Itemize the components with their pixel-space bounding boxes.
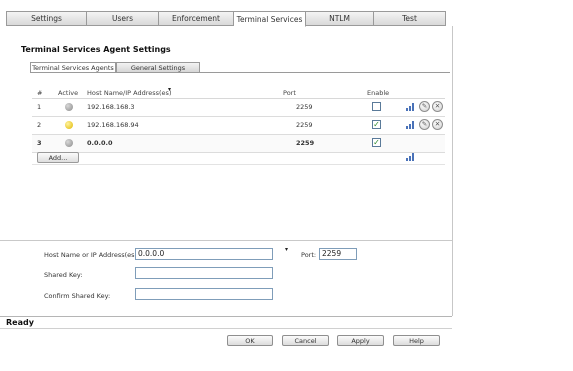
port-label: Port: — [301, 251, 317, 259]
confirm-shared-key-label: Confirm Shared Key: — [44, 292, 111, 300]
enable-checkbox[interactable]: ✓ — [372, 138, 381, 147]
shared-key-input[interactable] — [135, 267, 273, 279]
statistics-icon[interactable] — [406, 152, 416, 161]
dropdown-marker-icon: ▾ — [285, 246, 289, 253]
shared-key-label: Shared Key: — [44, 271, 83, 279]
sort-indicator-icon: ▾ — [168, 86, 172, 93]
cancel-button[interactable]: Cancel — [282, 335, 329, 346]
ok-button[interactable]: OK — [227, 335, 273, 346]
row-number: 2 — [37, 121, 42, 129]
row-host: 0.0.0.0 — [87, 139, 113, 147]
panel-right-border — [452, 26, 453, 316]
row-number: 1 — [37, 103, 42, 111]
row-host: 192.168.168.94 — [87, 121, 139, 129]
table-row[interactable]: 3 0.0.0.0 2259 ✓ — [32, 135, 445, 153]
tab-settings[interactable]: Settings — [6, 11, 87, 26]
tab-test[interactable]: Test — [374, 11, 446, 26]
enable-checkbox[interactable]: ✓ — [372, 120, 381, 129]
column-header-port: Port — [283, 89, 296, 97]
configure-pencil-icon[interactable]: ✎ — [419, 119, 430, 130]
subtab-divider — [30, 72, 450, 73]
enable-checkbox[interactable] — [372, 102, 381, 111]
table-bottom-divider — [32, 164, 445, 165]
tab-users[interactable]: Users — [87, 11, 159, 26]
port-input[interactable]: 2259 — [319, 248, 357, 260]
apply-button[interactable]: Apply — [337, 335, 384, 346]
status-bar — [0, 316, 452, 329]
confirm-shared-key-input[interactable] — [135, 288, 273, 300]
tab-ntlm[interactable]: NTLM — [306, 11, 374, 26]
help-button[interactable]: Help — [393, 335, 440, 346]
form-divider — [0, 240, 452, 241]
status-text: Ready — [6, 318, 34, 327]
section-title: Terminal Services Agent Settings — [21, 45, 171, 54]
top-tab-bar: Settings Users Enforcement Terminal Serv… — [6, 11, 446, 27]
host-input[interactable]: 0.0.0.0 — [135, 248, 273, 260]
row-port: 2259 — [296, 139, 315, 147]
delete-x-icon[interactable]: ✕ — [432, 119, 443, 130]
tab-enforcement[interactable]: Enforcement — [159, 11, 234, 26]
host-label: Host Name or IP Address(es): — [44, 251, 140, 259]
column-header-number: # — [37, 89, 43, 97]
configure-pencil-icon[interactable]: ✎ — [419, 101, 430, 112]
tab-terminal-services[interactable]: Terminal Services — [234, 11, 306, 27]
row-number: 3 — [37, 139, 42, 147]
row-port: 2259 — [296, 121, 313, 129]
status-dot-gray-icon — [65, 139, 73, 147]
row-port: 2259 — [296, 103, 313, 111]
column-header-enable: Enable — [367, 89, 390, 97]
column-header-host[interactable]: Host Name/IP Address(es) — [87, 89, 171, 97]
table-row[interactable]: 1 192.168.168.3 2259 ✎ ✕ — [32, 99, 445, 117]
column-header-active: Active — [58, 89, 79, 97]
delete-x-icon[interactable]: ✕ — [432, 101, 443, 112]
table-row[interactable]: 2 192.168.168.94 2259 ✓ ✎ ✕ — [32, 117, 445, 135]
row-host: 192.168.168.3 — [87, 103, 135, 111]
add-button[interactable]: Add... — [37, 152, 79, 163]
status-dot-yellow-icon — [65, 121, 73, 129]
statistics-icon[interactable] — [406, 120, 416, 129]
status-dot-gray-icon — [65, 103, 73, 111]
